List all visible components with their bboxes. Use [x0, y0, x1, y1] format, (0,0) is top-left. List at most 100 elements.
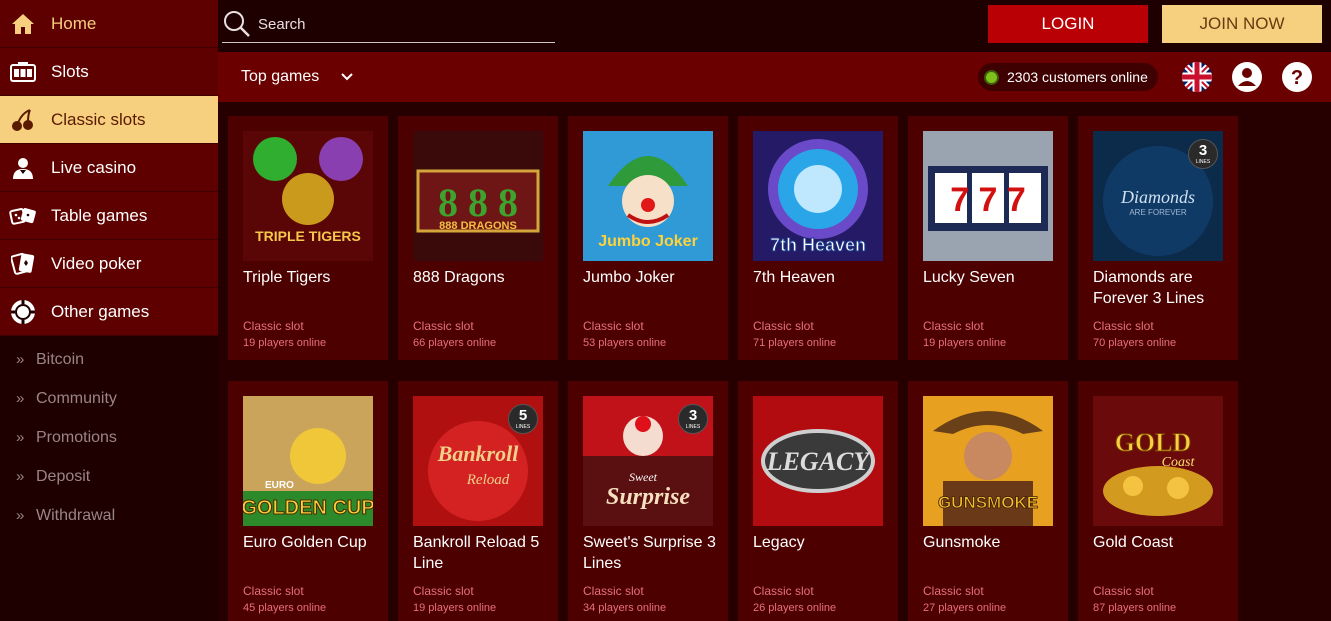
- lines-badge: 3 LINES: [678, 404, 708, 434]
- game-title: Euro Golden Cup: [243, 534, 367, 551]
- join-now-button[interactable]: JOIN NOW: [1162, 5, 1322, 43]
- game-card-triple-tigers[interactable]: TRIPLE TIGERS Triple Tigers Classic slot…: [228, 116, 388, 360]
- top-bar: Search LOGIN JOIN NOW: [218, 0, 1331, 52]
- sidebar-item-deposit[interactable]: » Deposit: [0, 457, 218, 496]
- sidebar-item-table-games[interactable]: Table games: [0, 192, 218, 240]
- game-thumbnail: Diamonds ARE FOREVER 3 LINES: [1093, 131, 1223, 261]
- game-type: Classic slot: [923, 584, 984, 598]
- sidebar-item-classic-slots[interactable]: Classic slots: [0, 96, 218, 144]
- game-type: Classic slot: [753, 319, 814, 333]
- search-icon: [222, 9, 252, 39]
- game-card-legacy[interactable]: LEGACY Legacy Classic slot 26 players on…: [738, 381, 898, 621]
- dice-icon: [8, 201, 38, 231]
- sidebar-item-label: Community: [36, 389, 117, 407]
- game-thumbnail: LEGACY: [753, 396, 883, 526]
- game-art-text: GOLDEN CUP: [243, 497, 373, 519]
- game-card-bankroll-reload[interactable]: Bankroll Reload 5 LINES Bankroll Reload 5 …: [398, 381, 558, 621]
- sidebar-item-label: Video poker: [51, 253, 142, 273]
- game-art-text: Jumbo Joker: [598, 233, 698, 250]
- game-players-online: 71 players online: [753, 337, 837, 349]
- game-type: Classic slot: [413, 319, 474, 333]
- game-art-text: GOLD: [1115, 428, 1192, 457]
- game-type: Classic slot: [583, 584, 644, 598]
- game-card-7th-heaven[interactable]: 7th Heaven 7th Heaven Classic slot 71 pl…: [738, 116, 898, 360]
- game-type: Classic slot: [583, 319, 644, 333]
- sidebar-item-label: Live casino: [51, 157, 137, 177]
- sidebar-main-nav: Home Slots Classic slots Live casino Tab…: [0, 0, 218, 336]
- game-art-subtext: Coast: [1162, 455, 1196, 470]
- game-card-diamonds-are-forever[interactable]: Diamonds ARE FOREVER 3 LINES Diamonds are …: [1078, 116, 1238, 360]
- game-players-online: 19 players online: [413, 602, 497, 614]
- game-thumbnail: 7 7 7: [923, 131, 1053, 261]
- game-type: Classic slot: [243, 319, 304, 333]
- search-input[interactable]: Search: [222, 6, 555, 43]
- game-card-lucky-seven[interactable]: 7 7 7 Lucky Seven Classic slot 19 player…: [908, 116, 1068, 360]
- sidebar-item-label: Classic slots: [51, 109, 146, 129]
- game-title: Diamonds are Forever 3 Lines: [1093, 269, 1205, 307]
- double-chevron-right-icon: »: [16, 351, 25, 368]
- game-players-online: 34 players online: [583, 602, 667, 614]
- dealer-icon: [8, 153, 38, 183]
- game-art-subtext: Sweet: [629, 470, 658, 484]
- double-chevron-right-icon: »: [16, 468, 25, 485]
- customers-online-text: 2303 customers online: [1007, 69, 1148, 85]
- game-thumbnail: 8 8 8 888 DRAGONS: [413, 131, 543, 261]
- game-type: Classic slot: [1093, 319, 1154, 333]
- game-card-sweets-surprise[interactable]: Sweet Surprise 3 LINES Sweet's Surprise 3 …: [568, 381, 728, 621]
- game-art-text: GUNSMOKE: [938, 493, 1038, 512]
- game-card-euro-golden-cup[interactable]: EURO GOLDEN CUP Euro Golden Cup Classic s…: [228, 381, 388, 621]
- sidebar-item-home[interactable]: Home: [0, 0, 218, 48]
- game-art-text: LEGACY: [766, 447, 872, 476]
- sidebar-item-slots[interactable]: Slots: [0, 48, 218, 96]
- game-art-text: Diamonds: [1120, 187, 1195, 207]
- cherries-icon: [8, 105, 38, 135]
- game-art-subtext: Reload: [466, 472, 510, 488]
- game-thumbnail: Jumbo Joker: [583, 131, 713, 261]
- login-button[interactable]: LOGIN: [988, 5, 1148, 43]
- game-art-subtext: EURO: [265, 480, 294, 491]
- game-players-online: 19 players online: [243, 337, 327, 349]
- game-players-online: 26 players online: [753, 602, 837, 614]
- slot-machine-icon: [8, 57, 38, 87]
- game-thumbnail: TRIPLE TIGERS: [243, 131, 373, 261]
- game-players-online: 45 players online: [243, 602, 327, 614]
- game-title: 7th Heaven: [753, 269, 835, 286]
- top-games-dropdown[interactable]: Top games: [241, 68, 353, 86]
- sidebar-item-other-games[interactable]: Other games: [0, 288, 218, 336]
- game-thumbnail: GUNSMOKE: [923, 396, 1053, 526]
- game-art-text: 888 DRAGONS: [439, 220, 517, 232]
- sidebar-item-label: Deposit: [36, 467, 91, 485]
- uk-flag-icon[interactable]: [1182, 62, 1212, 92]
- game-players-online: 53 players online: [583, 337, 667, 349]
- account-icon[interactable]: [1232, 62, 1262, 92]
- game-title: Lucky Seven: [923, 269, 1015, 286]
- chip-icon: [8, 297, 38, 327]
- game-art-subtext: ARE FOREVER: [1129, 208, 1187, 217]
- sidebar-item-video-poker[interactable]: Video poker: [0, 240, 218, 288]
- game-art-text: Bankroll: [437, 441, 520, 466]
- svg-text:?: ?: [1291, 67, 1303, 89]
- lines-badge: 3 LINES: [1188, 139, 1218, 169]
- game-title: Legacy: [753, 534, 805, 551]
- online-status-icon: [986, 71, 997, 83]
- cards-icon: [8, 249, 38, 279]
- lines-badge: 5 LINES: [508, 404, 538, 434]
- game-players-online: 19 players online: [923, 337, 1007, 349]
- sidebar-item-label: Slots: [51, 61, 89, 81]
- sidebar-item-bitcoin[interactable]: » Bitcoin: [0, 340, 218, 379]
- game-title: Gunsmoke: [923, 534, 1001, 551]
- game-type: Classic slot: [1093, 584, 1154, 598]
- game-card-jumbo-joker[interactable]: Jumbo Joker Jumbo Joker Classic slot 53 …: [568, 116, 728, 360]
- sidebar-item-community[interactable]: » Community: [0, 379, 218, 418]
- game-art-text: 7th Heaven: [770, 235, 866, 255]
- sidebar-item-withdrawal[interactable]: » Withdrawal: [0, 496, 218, 535]
- filter-bar: Top games 2303 customers online ?: [218, 52, 1331, 102]
- game-type: Classic slot: [923, 319, 984, 333]
- help-icon[interactable]: ?: [1282, 62, 1312, 92]
- search-placeholder: Search: [258, 15, 306, 33]
- game-card-888-dragons[interactable]: 8 8 8 888 DRAGONS 888 Dragons Classic slo…: [398, 116, 558, 360]
- sidebar-item-live-casino[interactable]: Live casino: [0, 144, 218, 192]
- game-card-gold-coast[interactable]: GOLD Coast Gold Coast Classic slot 87 pla…: [1078, 381, 1238, 621]
- game-card-gunsmoke[interactable]: GUNSMOKE Gunsmoke Classic slot 27 player…: [908, 381, 1068, 621]
- sidebar-item-promotions[interactable]: » Promotions: [0, 418, 218, 457]
